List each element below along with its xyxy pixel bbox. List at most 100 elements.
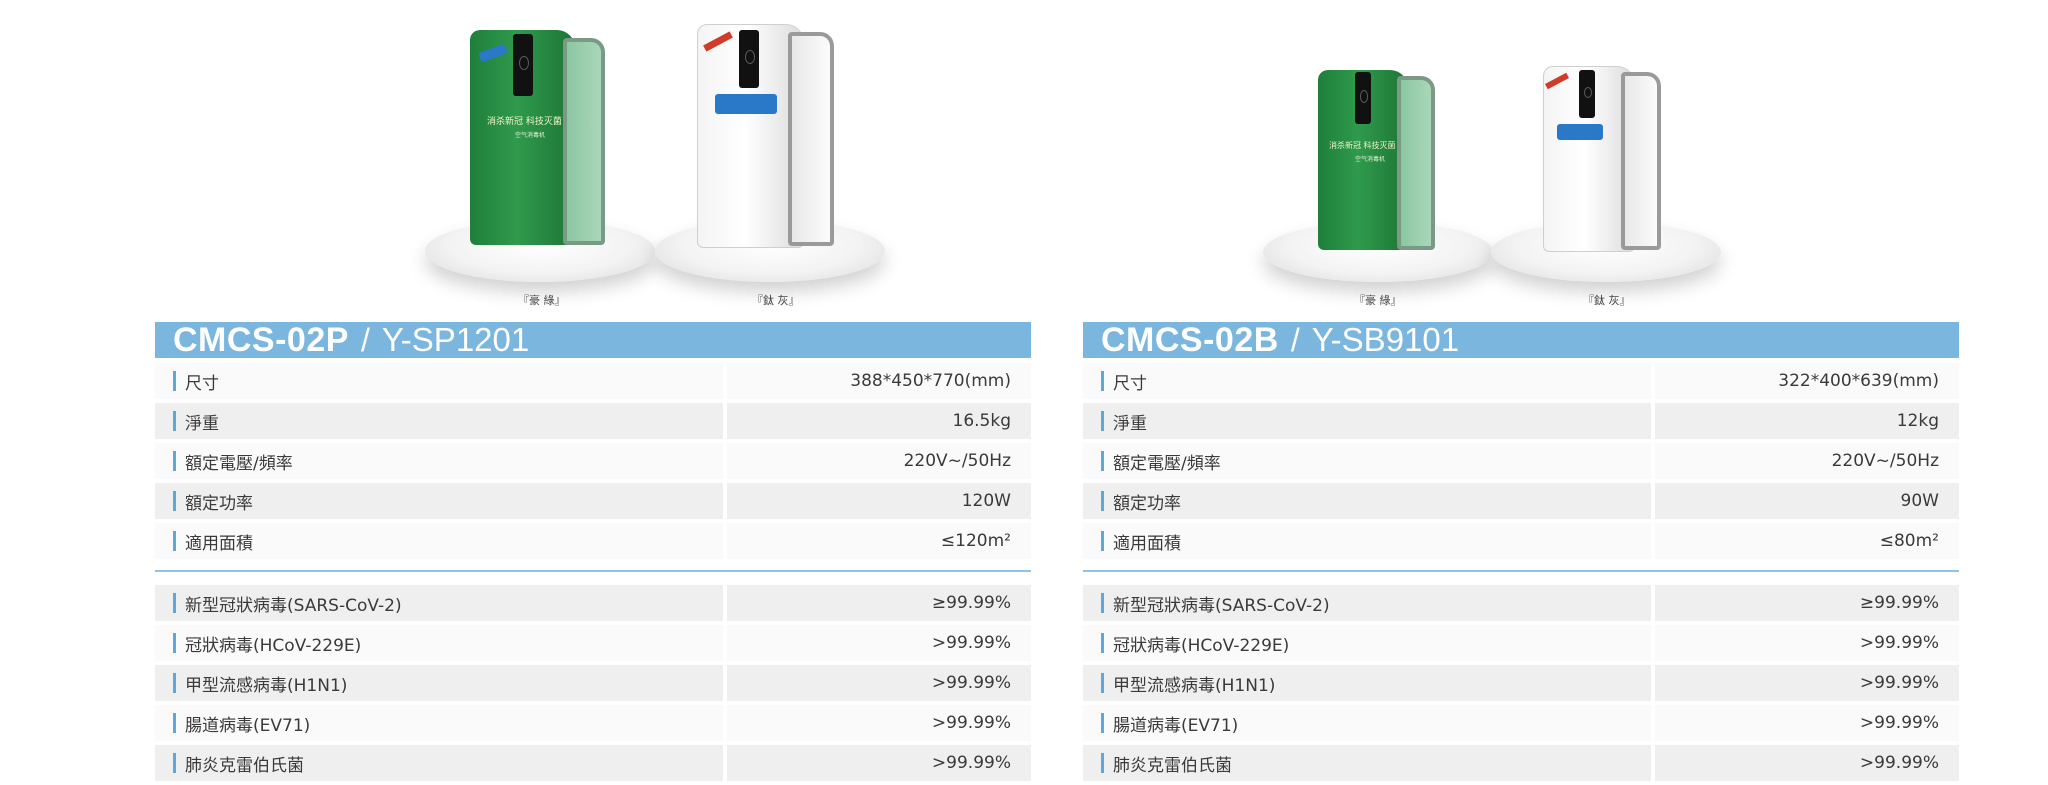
row-value: ≤120m² (727, 523, 1031, 559)
row-value: >99.99% (727, 665, 1031, 701)
row-label-cell: 淨重 (155, 403, 723, 439)
table-row: 肺炎克雷伯氏菌 >99.99% (155, 745, 1031, 781)
row-value: >99.99% (1655, 625, 1959, 661)
row-value: >99.99% (1655, 745, 1959, 781)
row-value: ≤80m² (1655, 523, 1959, 559)
row-value: ≥99.99% (1655, 585, 1959, 621)
row-label-cell: 額定功率 (155, 483, 723, 519)
row-label-cell: 淨重 (1083, 403, 1651, 439)
row-marker (173, 451, 176, 471)
row-marker (1101, 451, 1104, 471)
row-label: 適用面積 (1113, 533, 1181, 554)
row-label-cell: 肺炎克雷伯氏菌 (155, 745, 723, 781)
row-label-cell: 新型冠狀病毒(SARS-CoV-2) (1083, 585, 1651, 621)
table-row: 甲型流感病毒(H1N1) >99.99% (1083, 665, 1959, 701)
row-label: 新型冠狀病毒(SARS-CoV-2) (185, 595, 402, 616)
row-value: 220V~/50Hz (1655, 443, 1959, 479)
table-row: 尺寸 388*450*770(mm) (155, 363, 1031, 399)
row-label: 冠狀病毒(HCoV-229E) (185, 635, 362, 656)
row-marker (1101, 371, 1104, 391)
unit-slogan-sub: 空气消毒机 (1355, 156, 1386, 163)
row-value: 12kg (1655, 403, 1959, 439)
row-label: 腸道病毒(EV71) (1113, 715, 1239, 736)
row-marker (173, 633, 176, 653)
unit-slogan-sub: 空气消毒机 (515, 132, 546, 139)
row-marker (1101, 491, 1104, 511)
model-number: CMCS-02B (1101, 320, 1279, 359)
row-label-cell: 額定功率 (1083, 483, 1651, 519)
spec-table: 尺寸 388*450*770(mm) 淨重 16.5kg 額定電壓/頻率 220… (155, 363, 1031, 563)
row-marker (173, 673, 176, 693)
row-label: 額定電壓/頻率 (185, 453, 293, 474)
model-code: Y-SB9101 (1311, 321, 1460, 358)
table-row: 腸道病毒(EV71) >99.99% (1083, 705, 1959, 741)
row-marker (173, 593, 176, 613)
green-unit-side-panel (563, 38, 605, 245)
row-label-cell: 肺炎克雷伯氏菌 (1083, 745, 1651, 781)
row-marker (173, 713, 176, 733)
green-unit-image: 消杀新冠 科技灭菌 空气消毒机 (1263, 60, 1493, 290)
row-value: 120W (727, 483, 1031, 519)
color-caption-gray: 『鈦 灰』 (752, 294, 800, 307)
display-screen (1579, 70, 1595, 118)
white-unit-image (655, 14, 885, 290)
table-row: 甲型流感病毒(H1N1) >99.99% (155, 665, 1031, 701)
model-separator: / (1290, 321, 1300, 358)
row-label: 甲型流感病毒(H1N1) (1113, 675, 1276, 696)
row-marker (173, 753, 176, 773)
product-card-1: 消杀新冠 科技灭菌 空气消毒机 『豪 綠』 『鈦 灰』 CMCS-02P / Y… (155, 0, 1035, 781)
row-marker (173, 371, 176, 391)
row-marker (173, 531, 176, 551)
row-marker (173, 491, 176, 511)
row-label: 腸道病毒(EV71) (185, 715, 311, 736)
table-row: 額定功率 90W (1083, 483, 1959, 519)
product-images: 消杀新冠 科技灭菌 空气消毒机 『豪 綠』 『鈦 灰』 (155, 0, 1035, 318)
table-row: 適用面積 ≤120m² (155, 523, 1031, 559)
table-row: 適用面積 ≤80m² (1083, 523, 1959, 559)
section-divider (155, 570, 1031, 572)
table-row: 淨重 16.5kg (155, 403, 1031, 439)
green-unit-image: 消杀新冠 科技灭菌 空气消毒机 (425, 20, 655, 290)
row-label-cell: 額定電壓/頻率 (1083, 443, 1651, 479)
display-screen (739, 30, 759, 88)
row-label-cell: 適用面積 (1083, 523, 1651, 559)
row-value: >99.99% (727, 625, 1031, 661)
color-caption-green: 『豪 綠』 (1354, 294, 1402, 307)
row-label-cell: 尺寸 (1083, 363, 1651, 399)
row-label-cell: 新型冠狀病毒(SARS-CoV-2) (155, 585, 723, 621)
row-label: 肺炎克雷伯氏菌 (185, 755, 304, 776)
model-separator: / (360, 321, 370, 358)
row-label: 尺寸 (1113, 373, 1147, 394)
row-value: 388*450*770(mm) (727, 363, 1031, 399)
section-divider (1083, 570, 1959, 572)
row-label: 額定功率 (1113, 493, 1181, 514)
row-marker (1101, 531, 1104, 551)
row-value: 220V~/50Hz (727, 443, 1031, 479)
white-unit-image (1491, 56, 1721, 290)
table-row: 冠狀病毒(HCoV-229E) >99.99% (1083, 625, 1959, 661)
row-marker (1101, 713, 1104, 733)
row-value: 90W (1655, 483, 1959, 519)
row-marker (173, 411, 176, 431)
row-value: >99.99% (727, 705, 1031, 741)
row-marker (1101, 593, 1104, 613)
row-label: 冠狀病毒(HCoV-229E) (1113, 635, 1290, 656)
model-number: CMCS-02P (173, 320, 349, 359)
row-value: ≥99.99% (727, 585, 1031, 621)
test-results-table: 新型冠狀病毒(SARS-CoV-2) ≥99.99% 冠狀病毒(HCoV-229… (1083, 585, 1959, 785)
row-label-cell: 腸道病毒(EV71) (155, 705, 723, 741)
table-row: 淨重 12kg (1083, 403, 1959, 439)
color-caption-gray: 『鈦 灰』 (1583, 294, 1631, 307)
model-code: Y-SP1201 (381, 321, 530, 358)
model-title-bar: CMCS-02B / Y-SB9101 (1083, 320, 1959, 359)
row-value: >99.99% (1655, 705, 1959, 741)
table-row: 額定電壓/頻率 220V~/50Hz (155, 443, 1031, 479)
row-marker (1101, 411, 1104, 431)
product-card-2: 消杀新冠 科技灭菌 空气消毒机 『豪 綠』 『鈦 灰』 CMCS-02B / Y… (1083, 0, 1963, 781)
table-row: 新型冠狀病毒(SARS-CoV-2) ≥99.99% (155, 585, 1031, 621)
unit-slogan: 消杀新冠 科技灭菌 (487, 117, 562, 127)
row-label: 額定電壓/頻率 (1113, 453, 1221, 474)
row-label: 甲型流感病毒(H1N1) (185, 675, 348, 696)
table-row: 額定功率 120W (155, 483, 1031, 519)
row-value: >99.99% (1655, 665, 1959, 701)
